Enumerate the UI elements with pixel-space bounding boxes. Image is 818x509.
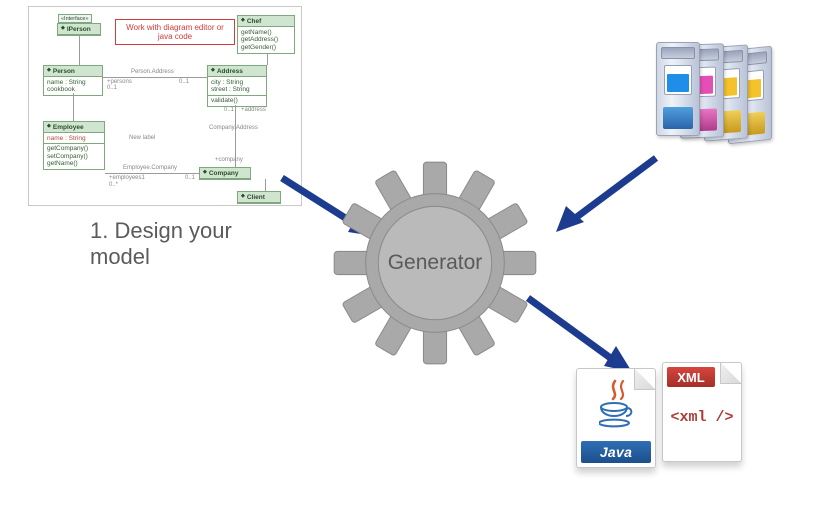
uml-attr: city : String [211,79,263,86]
uml-assoc-label: Company.Address [209,125,258,131]
uml-class-header: Employee [44,122,104,133]
cartridges-group [656,42,806,162]
uml-line [105,173,199,174]
uml-attr: name : String [47,135,101,142]
step-1-label: 1. Design your model [90,218,270,270]
uml-op: getCompany() [47,145,101,152]
xml-file-head: XML [667,367,715,387]
diagram-stage: Work with diagram editor or java code «I… [0,0,818,509]
cartridge-icon [656,42,700,136]
uml-class-body: name : String getCompany() setCompany() … [44,133,104,169]
uml-assoc-label: Employee.Company [123,165,177,171]
java-cup-icon [599,399,633,429]
uml-mult: 0..1 [107,85,117,91]
xml-file-body: <xml /> [663,409,741,426]
uml-mult: 0..1 [179,79,189,85]
uml-mult: 0..1 [224,107,234,113]
uml-hint-box: Work with diagram editor or java code [115,19,235,45]
uml-attr: name : String [47,79,99,86]
uml-op: getGender() [241,44,291,51]
uml-class-body: getName() getAddress() getGender() [238,27,294,52]
uml-op: validate() [211,97,263,104]
uml-model-panel: Work with diagram editor or java code «I… [28,6,302,206]
uml-class-header: Person [44,66,102,77]
uml-op: setCompany() [47,153,101,160]
generator-gear: Generator [330,158,540,368]
uml-op: getName() [241,29,291,36]
uml-assoc-label: +address [241,107,266,113]
arrow-cartridges-to-generator [536,150,666,250]
uml-assoc-label: +employees1 [109,175,145,181]
uml-assoc-label: +company [215,157,243,163]
uml-interface-tag: «Interface» [58,14,92,23]
uml-class-body: city : String street : String validate() [208,77,266,105]
uml-line [79,34,80,65]
java-file-icon: Java [576,368,656,468]
uml-mult: 0..1 [185,175,195,181]
uml-attr: street : String [211,86,263,93]
uml-mult: 0..* [109,182,118,188]
uml-class-person: Person name : String cookbook [43,65,103,96]
uml-op: getAddress() [241,36,291,43]
java-steam-icon [605,379,631,401]
uml-class-chef: Chef getName() getAddress() getGender() [237,15,295,54]
uml-line [73,93,74,121]
uml-class-employee: Employee name : String getCompany() setC… [43,121,105,170]
uml-line [267,53,268,65]
uml-line [265,179,266,191]
uml-class-company: Company [199,167,251,180]
uml-class-client: Client [237,191,281,204]
output-files: Java XML <xml /> [576,362,776,482]
uml-class-address: Address city : String street : String va… [207,65,267,107]
gear-icon [330,158,540,368]
uml-class-header: Address [208,66,266,77]
uml-op: getName() [47,160,101,167]
java-file-label: Java [581,441,651,463]
uml-class-header: Client [238,192,280,203]
uml-assoc-label: New label [129,135,155,141]
xml-file-icon: XML <xml /> [662,362,742,462]
uml-class-header: Company [200,168,250,179]
uml-assoc-label: Person.Address [131,69,174,75]
uml-class-header: Chef [238,16,294,27]
uml-line [103,77,207,78]
